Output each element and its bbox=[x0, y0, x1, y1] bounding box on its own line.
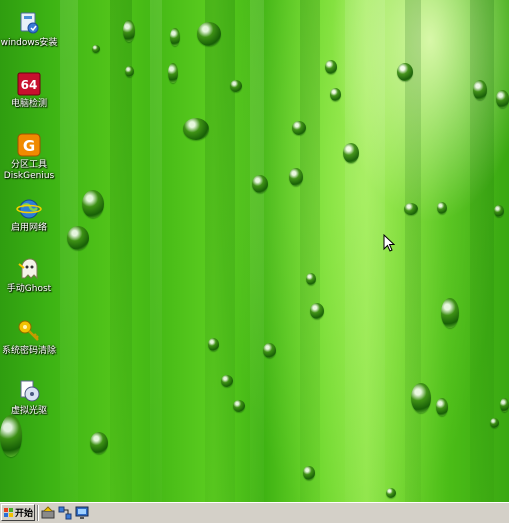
water-drop bbox=[330, 88, 341, 101]
installer-icon bbox=[20, 12, 39, 34]
water-drop bbox=[303, 466, 315, 480]
water-drop bbox=[168, 63, 178, 83]
desktop-icon-label: 系统密码清除 bbox=[1, 346, 56, 356]
wallpaper-streak bbox=[345, 0, 385, 502]
water-drop bbox=[123, 20, 135, 42]
desktop-icon-label: windows安装 bbox=[0, 38, 58, 48]
water-drop bbox=[310, 303, 324, 319]
water-drop bbox=[221, 375, 233, 387]
svg-text:G: G bbox=[23, 137, 35, 155]
water-drop bbox=[125, 66, 134, 77]
monitor-icon[interactable] bbox=[75, 506, 89, 520]
water-drop bbox=[0, 415, 22, 457]
wallpaper-streak bbox=[300, 0, 320, 502]
water-drop bbox=[437, 202, 447, 214]
water-drop bbox=[170, 28, 180, 46]
wallpaper bbox=[0, 0, 509, 502]
wallpaper-streak bbox=[60, 0, 78, 502]
water-drop bbox=[67, 226, 89, 250]
network-globe-icon bbox=[16, 199, 42, 219]
water-drop bbox=[494, 205, 504, 217]
desktop-icon-pc-check[interactable]: 64 电脑检测 bbox=[0, 71, 61, 110]
desktop-icon-start-network[interactable]: 启用网络 bbox=[0, 195, 61, 234]
water-drop bbox=[230, 80, 242, 92]
desktop-icon-partition-tool[interactable]: G 分区工具 DiskGenius bbox=[0, 132, 61, 182]
wallpaper-streak bbox=[205, 0, 235, 502]
aida64-icon: 64 bbox=[17, 72, 41, 96]
water-drop bbox=[404, 203, 418, 215]
desktop-screen: windows安装 64 电脑检测 G 分区工具 DiskGenius 启用网络 bbox=[0, 0, 509, 523]
water-drop bbox=[183, 118, 209, 140]
taskbar-separator bbox=[37, 505, 39, 521]
water-drop bbox=[473, 80, 487, 100]
ghost-icon bbox=[18, 258, 38, 280]
desktop-icon-manual-ghost[interactable]: 手动Ghost bbox=[0, 256, 61, 295]
windows-logo-icon bbox=[4, 508, 13, 517]
water-drop bbox=[343, 143, 359, 163]
water-drop bbox=[397, 63, 413, 81]
desktop-icon-label: 分区工具 bbox=[10, 160, 47, 170]
water-drop bbox=[411, 383, 431, 413]
svg-text:64: 64 bbox=[21, 78, 38, 92]
key-icon bbox=[18, 320, 39, 341]
water-drop bbox=[386, 488, 396, 498]
diskgenius-icon: G bbox=[17, 133, 41, 157]
wallpaper-streak bbox=[250, 0, 264, 502]
start-button[interactable]: 开始 bbox=[1, 504, 35, 521]
desktop-icon-label: 启用网络 bbox=[10, 223, 47, 233]
water-drop bbox=[92, 45, 100, 53]
desktop-icon-label: 手动Ghost bbox=[6, 284, 52, 294]
water-drop bbox=[496, 90, 509, 108]
mouse-cursor-icon bbox=[383, 234, 395, 252]
water-drop bbox=[197, 22, 221, 46]
water-drop bbox=[292, 121, 306, 135]
start-button-label: 开始 bbox=[15, 509, 34, 519]
desktop-icon-password-clear[interactable]: 系统密码清除 bbox=[0, 318, 61, 357]
water-drop bbox=[490, 418, 499, 428]
water-drop bbox=[500, 398, 509, 412]
water-drop bbox=[289, 168, 303, 186]
water-drop bbox=[306, 273, 316, 285]
desktop-icon-label: 虚拟光驱 bbox=[10, 406, 47, 416]
water-drop bbox=[441, 298, 459, 328]
water-drop bbox=[82, 190, 104, 218]
desktop-icon-label-secondary: DiskGenius bbox=[3, 171, 55, 181]
network-icon[interactable] bbox=[58, 506, 72, 520]
wallpaper-streak bbox=[150, 0, 162, 502]
desktop-icon-virtual-cd[interactable]: 虚拟光驱 bbox=[0, 378, 61, 417]
water-drop bbox=[233, 400, 245, 412]
water-drop bbox=[252, 175, 268, 193]
launcher-icon[interactable] bbox=[41, 506, 55, 520]
desktop-icon-windows-install[interactable]: windows安装 bbox=[0, 10, 61, 49]
desktop-icon-label: 电脑检测 bbox=[10, 99, 47, 109]
water-drop bbox=[263, 343, 276, 358]
wallpaper-streak bbox=[470, 0, 494, 502]
taskbar: 开始 bbox=[0, 502, 509, 523]
water-drop bbox=[325, 60, 337, 74]
virtual-drive-icon bbox=[20, 380, 40, 402]
water-drop bbox=[90, 432, 108, 454]
water-drop bbox=[208, 338, 219, 351]
water-drop bbox=[436, 398, 448, 416]
